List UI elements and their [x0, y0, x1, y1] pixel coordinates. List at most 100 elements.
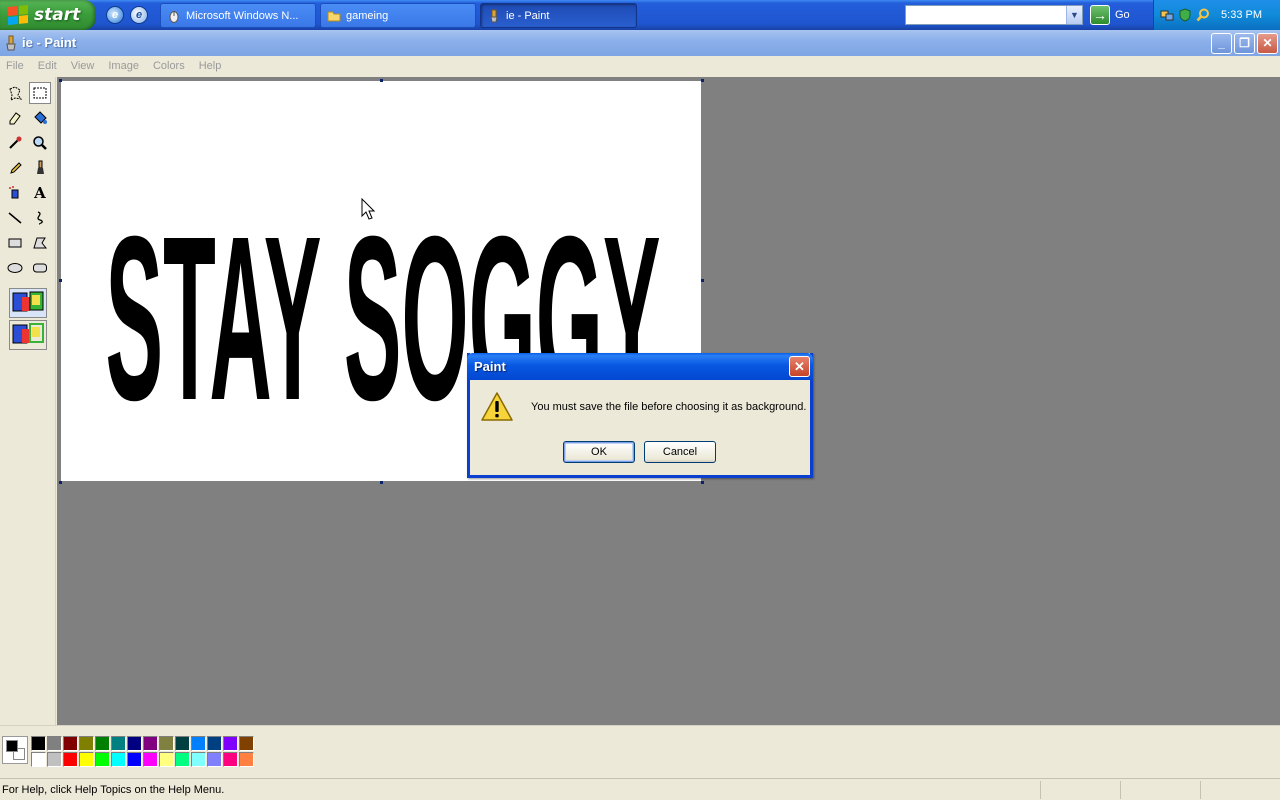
- go-button[interactable]: → Go: [1090, 5, 1130, 25]
- color-swatch[interactable]: [159, 752, 174, 767]
- color-palette: [0, 725, 1280, 777]
- airbrush-tool[interactable]: [4, 182, 26, 204]
- browser-icon[interactable]: e: [130, 6, 148, 24]
- resize-handle: [380, 481, 383, 484]
- color-swatch[interactable]: [47, 752, 62, 767]
- polygon-tool[interactable]: [29, 232, 51, 254]
- paint-icon: [490, 9, 498, 22]
- search-icon[interactable]: [1196, 8, 1210, 22]
- menu-help[interactable]: Help: [199, 60, 222, 72]
- ellipse-tool[interactable]: [4, 257, 26, 279]
- clock[interactable]: 5:33 PM: [1221, 9, 1262, 21]
- taskbar-item-gameing[interactable]: gameing: [320, 3, 476, 28]
- color-swatch[interactable]: [175, 736, 190, 751]
- windows-logo-icon: [8, 4, 28, 26]
- menu-file[interactable]: File: [6, 60, 24, 72]
- shapes-opaque-icon: [12, 291, 44, 312]
- menu-image[interactable]: Image: [108, 60, 139, 72]
- color-swatch[interactable]: [223, 736, 238, 751]
- color-swatch[interactable]: [95, 736, 110, 751]
- start-button[interactable]: start: [0, 0, 96, 30]
- status-bar: For Help, click Help Topics on the Help …: [0, 778, 1280, 800]
- status-position-cell: [1040, 781, 1120, 799]
- color-swatch[interactable]: [175, 752, 190, 767]
- rounded-rectangle-icon: [33, 263, 47, 273]
- color-swatch[interactable]: [111, 752, 126, 767]
- chevron-down-icon[interactable]: ▼: [1066, 6, 1082, 24]
- menu-view[interactable]: View: [71, 60, 95, 72]
- cancel-button[interactable]: Cancel: [644, 441, 716, 463]
- resize-handle: [59, 79, 62, 82]
- color-swatch[interactable]: [79, 736, 94, 751]
- opaque-option[interactable]: [9, 288, 47, 318]
- quick-launch: e e: [106, 6, 148, 24]
- taskbar-item-paint[interactable]: ie - Paint: [480, 3, 637, 28]
- color-swatch[interactable]: [63, 736, 78, 751]
- close-button[interactable]: ✕: [1257, 33, 1278, 54]
- text-a-icon: A: [34, 184, 46, 202]
- pencil-icon: [10, 162, 22, 174]
- rect-select-tool[interactable]: [29, 82, 51, 104]
- mouse-icon: [169, 10, 179, 23]
- rounded-rectangle-tool[interactable]: [29, 257, 51, 279]
- color-swatch[interactable]: [239, 752, 254, 767]
- dialog-title: Paint: [474, 359, 506, 374]
- text-tool[interactable]: A: [29, 182, 51, 204]
- color-swatch[interactable]: [191, 752, 206, 767]
- color-swatch[interactable]: [111, 736, 126, 751]
- current-colors[interactable]: [2, 736, 28, 764]
- magnifier-tool[interactable]: [29, 132, 51, 154]
- dialog-title-bar[interactable]: Paint ✕: [467, 353, 813, 380]
- color-swatch[interactable]: [239, 736, 254, 751]
- network-icon[interactable]: [1160, 8, 1174, 22]
- color-swatch[interactable]: [207, 752, 222, 767]
- pencil-tool[interactable]: [4, 157, 26, 179]
- ok-button[interactable]: OK: [563, 441, 635, 463]
- color-swatch[interactable]: [191, 736, 206, 751]
- menu-colors[interactable]: Colors: [153, 60, 185, 72]
- resize-handle: [701, 79, 704, 82]
- window-title-bar[interactable]: ie - Paint _ ❐ ✕: [0, 30, 1280, 56]
- pick-color-tool[interactable]: [4, 132, 26, 154]
- line-tool[interactable]: [4, 207, 26, 229]
- fill-tool[interactable]: [29, 107, 51, 129]
- internet-explorer-icon[interactable]: e: [106, 6, 124, 24]
- minimize-button[interactable]: _: [1211, 33, 1232, 54]
- eraser-tool[interactable]: [4, 107, 26, 129]
- security-icon[interactable]: [1178, 8, 1192, 22]
- color-swatch[interactable]: [223, 752, 238, 767]
- color-swatch[interactable]: [207, 736, 222, 751]
- free-form-select-tool[interactable]: [4, 82, 26, 104]
- color-swatch[interactable]: [31, 736, 46, 751]
- color-swatch[interactable]: [47, 736, 62, 751]
- color-swatch[interactable]: [143, 752, 158, 767]
- foreground-color-swatch: [6, 740, 18, 752]
- line-icon: [8, 212, 22, 224]
- color-swatch[interactable]: [31, 752, 46, 767]
- system-tray: 5:33 PM: [1153, 0, 1280, 30]
- transparent-option[interactable]: [9, 320, 47, 350]
- eraser-icon: [9, 112, 21, 125]
- color-swatch[interactable]: [127, 736, 142, 751]
- color-swatch[interactable]: [159, 736, 174, 751]
- color-swatch[interactable]: [143, 736, 158, 751]
- eyedropper-icon: [9, 136, 22, 149]
- status-help-text: For Help, click Help Topics on the Help …: [2, 784, 225, 796]
- resize-handle: [701, 481, 704, 484]
- address-search-input[interactable]: ▼: [905, 5, 1083, 25]
- color-swatch[interactable]: [63, 752, 78, 767]
- palette-swatches: [31, 736, 255, 768]
- color-swatch[interactable]: [79, 752, 94, 767]
- color-swatch[interactable]: [95, 752, 110, 767]
- brush-tool[interactable]: [29, 157, 51, 179]
- color-swatch[interactable]: [127, 752, 142, 767]
- paint-message-dialog: Paint ✕ You must save the file before ch…: [467, 353, 813, 478]
- restore-button[interactable]: ❐: [1234, 33, 1255, 54]
- curve-tool[interactable]: [29, 207, 51, 229]
- menu-edit[interactable]: Edit: [38, 60, 57, 72]
- status-size-cell: [1120, 781, 1200, 799]
- dialog-close-button[interactable]: ✕: [789, 356, 810, 377]
- taskbar-item-windows-news[interactable]: Microsoft Windows N...: [160, 3, 316, 28]
- rectangle-tool[interactable]: [4, 232, 26, 254]
- free-select-icon: [9, 86, 23, 101]
